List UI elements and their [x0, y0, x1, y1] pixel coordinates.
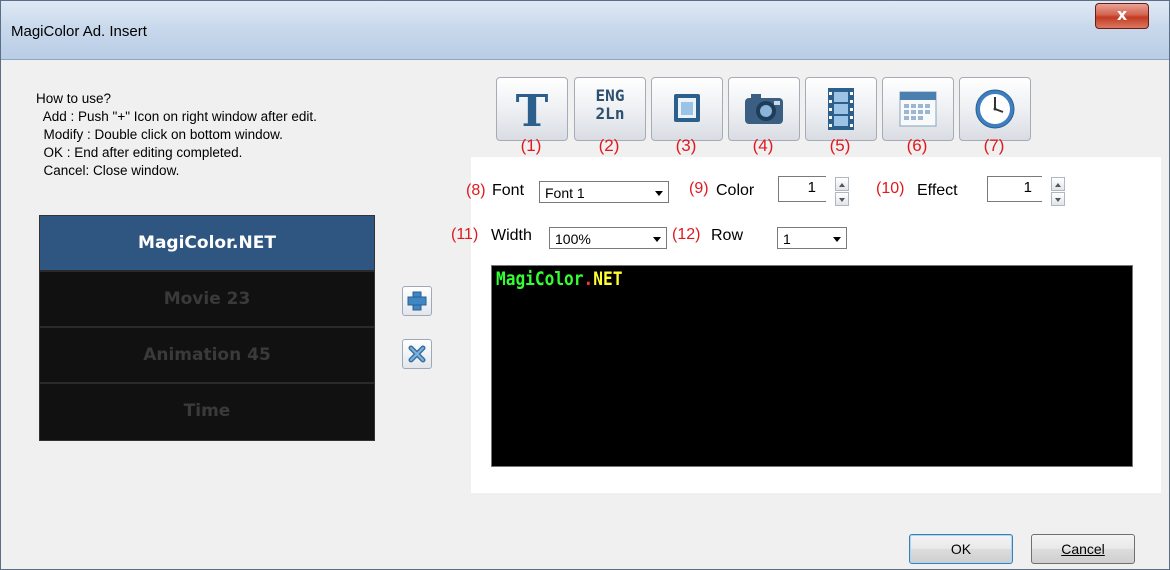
font-number: (8) [466, 182, 486, 199]
cancel-button-label: Cancel [1061, 541, 1105, 557]
camera-icon [745, 94, 783, 124]
help-line: Modify : Double click on bottom window. [36, 127, 283, 142]
font-label: Font [492, 182, 525, 199]
tool-number-3: (3) [675, 136, 697, 155]
eng-label: ENG [595, 86, 625, 105]
spin-up-icon[interactable] [1051, 177, 1065, 191]
effect-stepper[interactable] [1051, 177, 1065, 206]
clock-button[interactable] [959, 77, 1031, 141]
width-label: Width [491, 227, 532, 244]
calendar-icon [899, 91, 937, 127]
row-label: Row [711, 227, 744, 244]
film-button[interactable] [805, 77, 877, 141]
ok-button[interactable]: OK [909, 534, 1013, 564]
preview-text-dot: . [583, 268, 594, 290]
help-line: Cancel: Close window. [36, 163, 180, 178]
cancel-button[interactable]: Cancel [1031, 534, 1135, 564]
ad-list[interactable]: MagiColor.NET Movie 23 Animation 45 Time [39, 215, 375, 441]
svg-text:T: T [516, 86, 549, 137]
clock-icon [975, 89, 1015, 129]
plus-icon [407, 291, 427, 311]
list-item[interactable]: Movie 23 [40, 272, 374, 328]
dialog-client: How to use? Add : Push "+" Icon on right… [9, 60, 1161, 564]
help-line: Add : Push "+" Icon on right window afte… [36, 109, 317, 124]
close-button[interactable]: x [1095, 3, 1149, 29]
tool-number-6: (6) [906, 136, 928, 155]
edit-panel: (8) Font Font 1 (9) Color 1 (10) Effect … [451, 157, 1161, 493]
spin-down-icon[interactable] [835, 192, 849, 206]
picture-icon [674, 94, 700, 122]
spin-up-icon[interactable] [835, 177, 849, 191]
eng-2ln-icon: ENG 2Ln [575, 87, 645, 123]
list-item[interactable]: Animation 45 [40, 328, 374, 384]
row-select[interactable]: 1 [777, 227, 847, 249]
chevron-down-icon [833, 237, 841, 242]
x-icon [408, 345, 426, 363]
font-select-value: Font 1 [545, 185, 585, 201]
text-button[interactable]: T [496, 77, 568, 141]
picture-button[interactable] [651, 77, 723, 141]
help-line: OK : End after editing completed. [36, 145, 243, 160]
help-text: How to use? Add : Push "+" Icon on right… [36, 90, 317, 180]
list-item[interactable]: Time [40, 384, 374, 438]
preview-text-part1: MagiColor [496, 268, 584, 290]
row-select-value: 1 [783, 231, 791, 247]
preview-text: MagiColor.NET [496, 268, 622, 290]
calendar-button[interactable] [882, 77, 954, 141]
title-bar[interactable]: MagiColor Ad. Insert x [1, 1, 1169, 60]
row-number: (12) [672, 226, 701, 243]
eng-2ln-button[interactable]: ENG 2Ln [574, 77, 646, 141]
width-select-value: 100% [555, 231, 591, 247]
effect-input[interactable]: 1 [987, 176, 1042, 202]
width-number: (11) [451, 226, 479, 243]
tool-number-4: (4) [752, 136, 774, 155]
color-stepper[interactable] [835, 177, 849, 206]
tool-number-2: (2) [598, 136, 620, 155]
tool-number-5: (5) [829, 136, 851, 155]
camera-button[interactable] [728, 77, 800, 141]
dialog-window: MagiColor Ad. Insert x How to use? Add :… [0, 0, 1170, 570]
tool-number-1: (1) [520, 136, 542, 155]
preview-text-part3: NET [593, 268, 623, 290]
effect-label: Effect [917, 182, 958, 199]
color-input[interactable]: 1 [778, 176, 826, 202]
film-icon [828, 88, 854, 130]
width-select[interactable]: 100% [549, 227, 667, 249]
tool-number-7: (7) [983, 136, 1005, 155]
font-select[interactable]: Font 1 [539, 181, 669, 203]
2ln-label: 2Ln [595, 104, 625, 123]
chevron-down-icon [653, 237, 661, 242]
led-preview[interactable]: MagiColor.NET [491, 265, 1133, 467]
color-label: Color [716, 182, 755, 199]
spin-down-icon[interactable] [1051, 192, 1065, 206]
text-T-icon: T [516, 86, 549, 137]
color-number: (9) [689, 180, 709, 197]
list-item[interactable]: MagiColor.NET [40, 216, 374, 272]
window-title: MagiColor Ad. Insert [11, 23, 147, 40]
chevron-down-icon [655, 191, 663, 196]
effect-number: (10) [876, 180, 905, 197]
help-line: How to use? [36, 91, 112, 106]
add-button[interactable] [402, 286, 432, 316]
delete-button[interactable] [402, 339, 432, 369]
